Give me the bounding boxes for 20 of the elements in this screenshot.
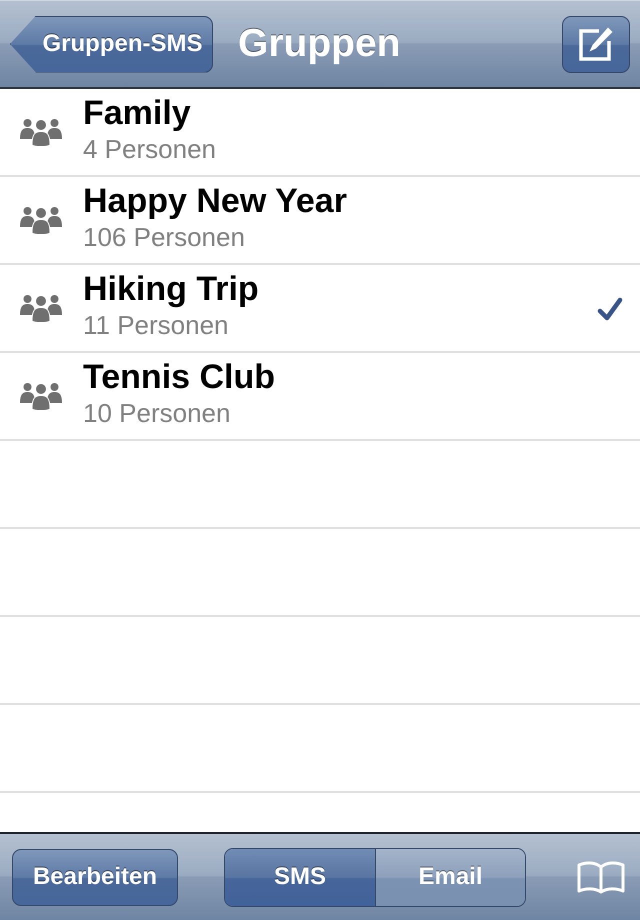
group-people-icon bbox=[20, 381, 62, 411]
group-people-icon bbox=[20, 117, 62, 147]
nav-title: Gruppen bbox=[238, 22, 400, 66]
group-name: Happy New Year bbox=[83, 181, 347, 221]
compose-icon bbox=[577, 25, 615, 63]
back-button[interactable]: Gruppen-SMS bbox=[10, 16, 213, 72]
member-count: 4 Personen bbox=[83, 133, 216, 165]
edit-button[interactable]: Bearbeiten bbox=[12, 848, 178, 906]
group-name: Hiking Trip bbox=[83, 269, 259, 309]
open-book-icon bbox=[576, 859, 626, 895]
group-name: Family bbox=[83, 93, 192, 133]
member-count: 11 Personen bbox=[83, 309, 230, 341]
bookmarks-button[interactable] bbox=[576, 859, 626, 895]
group-people-icon bbox=[20, 205, 62, 235]
member-count: 106 Personen bbox=[83, 221, 246, 253]
group-name: Tennis Club bbox=[83, 357, 276, 397]
segment-tab[interactable]: SMS bbox=[225, 848, 375, 906]
group-people-icon bbox=[20, 293, 62, 323]
member-count: 10 Personen bbox=[83, 397, 232, 429]
compose-button[interactable] bbox=[562, 16, 630, 72]
